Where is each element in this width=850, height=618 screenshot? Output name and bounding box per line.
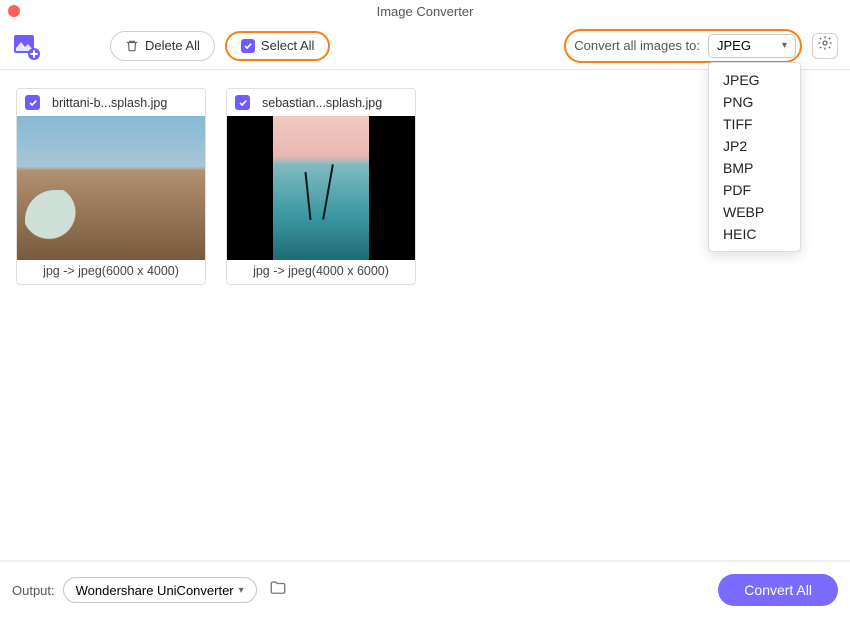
card-thumbnail	[17, 116, 205, 260]
format-option[interactable]: BMP	[709, 157, 800, 179]
trash-icon	[125, 39, 139, 53]
delete-all-label: Delete All	[145, 38, 200, 53]
format-option[interactable]: HEIC	[709, 223, 800, 245]
chevron-down-icon: ▾	[782, 40, 787, 51]
image-card[interactable]: brittani-b...splash.jpg jpg -> jpeg(6000…	[16, 88, 206, 285]
format-option[interactable]: PNG	[709, 91, 800, 113]
card-checkbox[interactable]	[25, 95, 40, 110]
card-conversion-info: jpg -> jpeg(4000 x 6000)	[227, 260, 415, 284]
card-checkbox[interactable]	[235, 95, 250, 110]
delete-all-button[interactable]: Delete All	[110, 31, 215, 61]
checkbox-checked-icon	[241, 39, 255, 53]
format-option[interactable]: PDF	[709, 179, 800, 201]
folder-icon	[269, 579, 287, 597]
card-conversion-info: jpg -> jpeg(6000 x 4000)	[17, 260, 205, 284]
window-title: Image Converter	[0, 4, 850, 19]
format-select[interactable]: JPEG ▾	[708, 34, 796, 58]
gear-icon	[817, 35, 833, 56]
settings-button[interactable]	[812, 33, 838, 59]
card-filename: brittani-b...splash.jpg	[52, 96, 167, 110]
format-selected-value: JPEG	[717, 38, 751, 53]
output-label: Output:	[12, 583, 55, 598]
convert-to-label: Convert all images to:	[574, 38, 700, 53]
format-dropdown: JPEG PNG TIFF JP2 BMP PDF WEBP HEIC	[708, 62, 801, 252]
card-thumbnail	[227, 116, 415, 260]
add-images-icon[interactable]	[12, 32, 40, 60]
format-option[interactable]: JP2	[709, 135, 800, 157]
card-filename: sebastian...splash.jpg	[262, 96, 382, 110]
window-close-button[interactable]	[8, 5, 20, 17]
output-path-select[interactable]: Wondershare UniConverter ▾	[63, 577, 257, 603]
select-all-label: Select All	[261, 38, 314, 53]
convert-all-button[interactable]: Convert All	[718, 574, 838, 606]
format-option[interactable]: TIFF	[709, 113, 800, 135]
format-option[interactable]: JPEG	[709, 69, 800, 91]
image-card[interactable]: sebastian...splash.jpg jpg -> jpeg(4000 …	[226, 88, 416, 285]
chevron-down-icon: ▾	[239, 585, 244, 596]
open-folder-button[interactable]	[269, 579, 287, 602]
select-all-button[interactable]: Select All	[225, 31, 330, 61]
format-option[interactable]: WEBP	[709, 201, 800, 223]
output-path-value: Wondershare UniConverter	[76, 583, 234, 598]
